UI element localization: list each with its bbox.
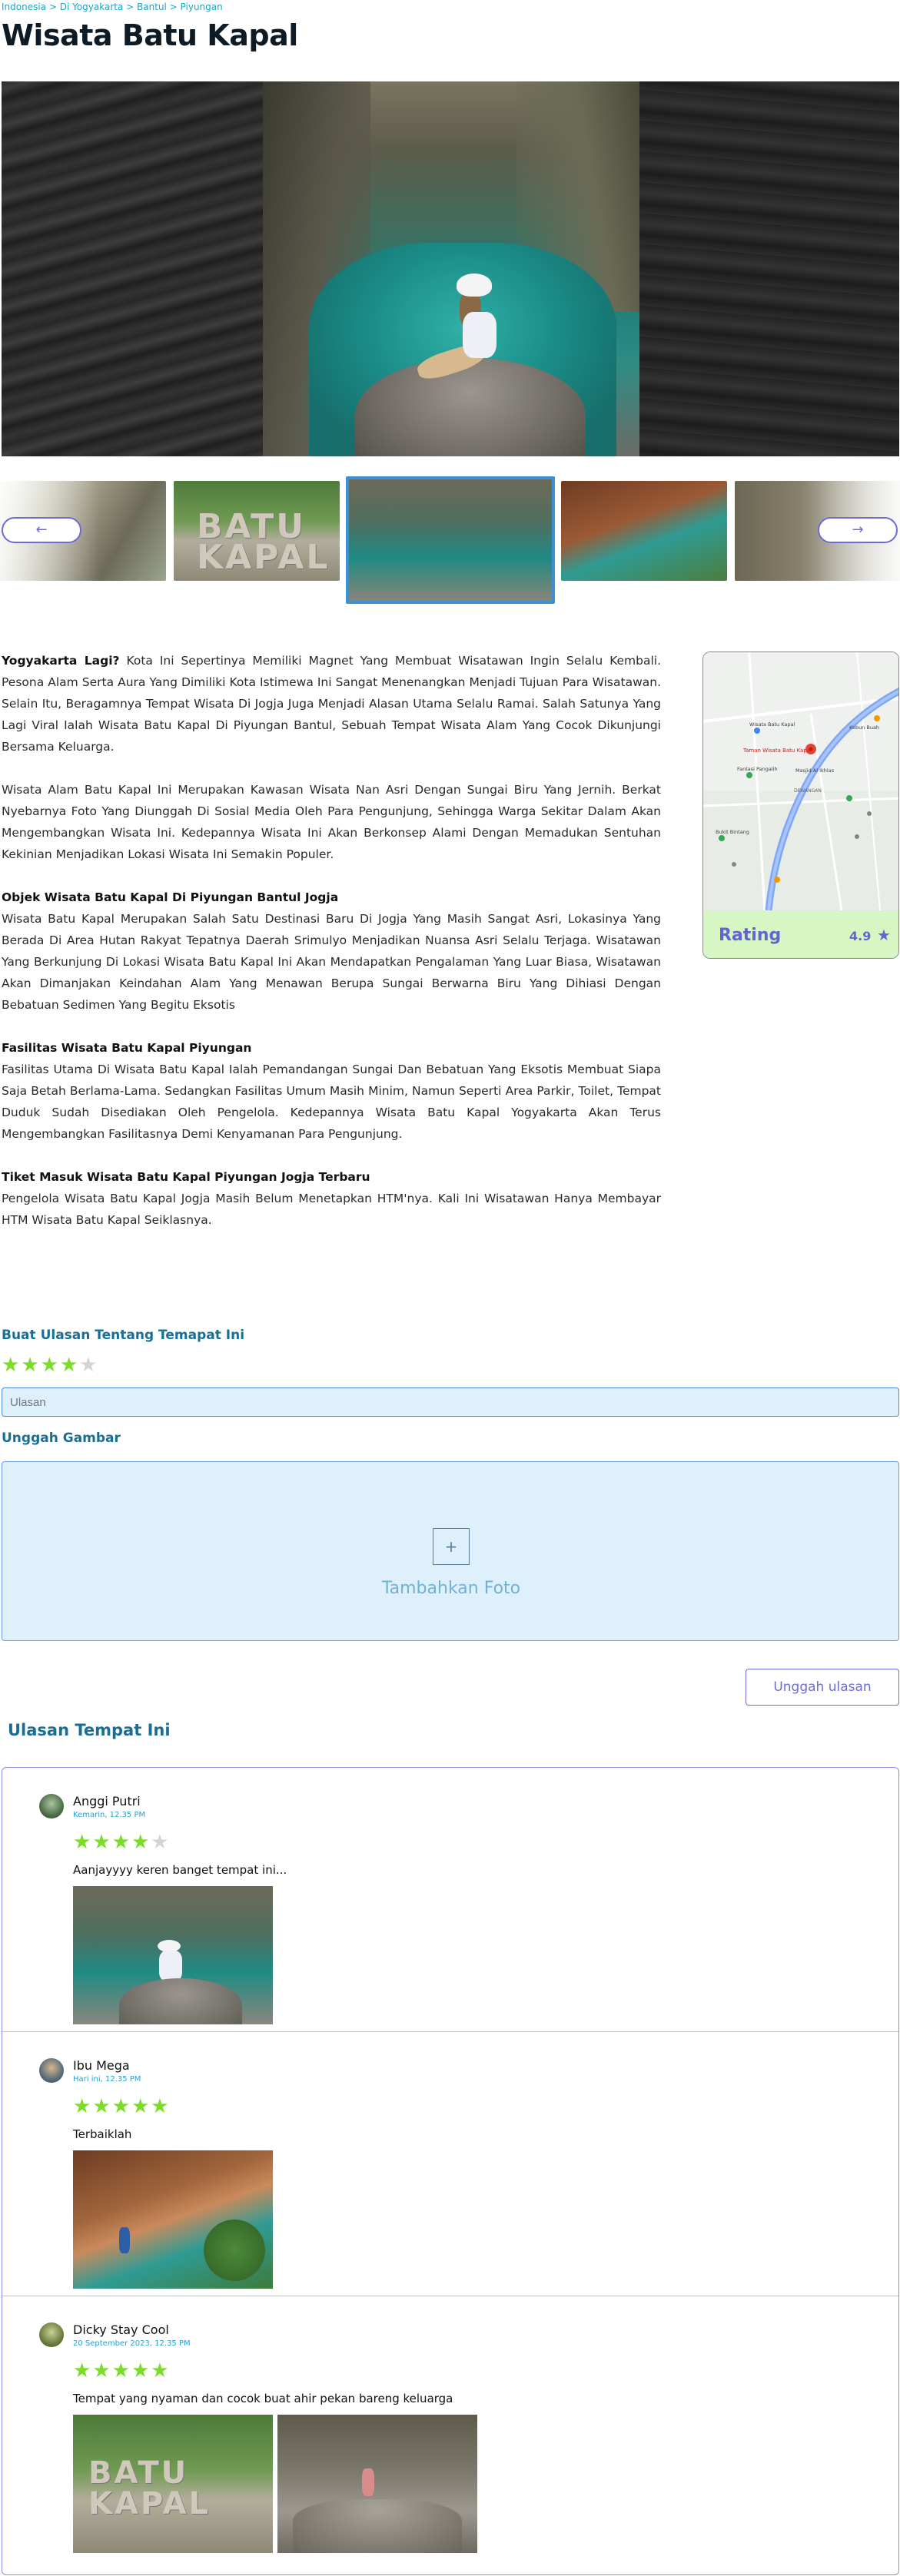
hero-gallery[interactable] [2,81,899,456]
avatar[interactable] [39,1794,64,1818]
svg-text:Kebun Buah: Kebun Buah [849,724,879,731]
arrow-left-icon: ← [35,522,48,538]
review-stars: ★★★★★ [73,2095,171,2118]
review-stars: ★★★★★ [73,1831,171,1854]
article-lead: Yogyakarta Lagi? [2,654,120,668]
gallery-prev-button[interactable]: ← [2,517,81,543]
thumbnail-4[interactable] [561,481,727,581]
article-heading-objek: Objek Wisata Batu Kapal Di Piyungan Bant… [2,890,339,904]
star-icon: ★ [92,2095,112,2118]
star-icon: ★ [151,2359,171,2382]
rating-bar: Rating 4.9 ★ [703,910,898,958]
reviews-list: Anggi Putri Kemarin, 12.35 PM ★★★★★ Aanj… [2,1767,899,2575]
upload-image-title: Unggah Gambar [2,1431,121,1446]
hero-main-image[interactable] [263,81,639,456]
review-text: Terbaiklah [73,2127,132,2141]
upload-image-dropzone[interactable]: + Tambahkan Foto [2,1461,899,1641]
review-star-rating[interactable]: ★★★★★ [2,1354,99,1377]
star-icon: ★ [877,926,891,944]
thumbnail-2[interactable]: BATU KAPAL [174,481,340,581]
review-photo[interactable] [73,2150,273,2289]
arrow-right-icon: → [852,522,864,538]
star-icon: ★ [151,2095,171,2118]
star-icon[interactable]: ★ [60,1354,79,1377]
star-icon[interactable]: ★ [21,1354,40,1377]
review-stars: ★★★★★ [73,2359,171,2382]
svg-text:DEWANGAN: DEWANGAN [794,788,822,794]
thumbnail-3-selected[interactable] [346,476,555,604]
article-body: Yogyakarta Lagi? Kota Ini Sepertinya Mem… [2,650,661,1252]
page-title: Wisata Batu Kapal [2,18,298,52]
article-paragraph-4: Fasilitas Utama Di Wisata Batu Kapal Ial… [2,1063,661,1141]
article-paragraph-3: Wisata Batu Kapal Merupakan Salah Satu D… [2,912,661,1012]
review-date: Hari ini, 12.35 PM [73,2075,141,2084]
svg-text:Bukit Bintang: Bukit Bintang [716,829,749,835]
star-icon[interactable]: ★ [79,1354,98,1377]
review-item: Ibu Mega Hari ini, 12.35 PM ★★★★★ Terbai… [2,2032,898,2296]
article-heading-fasilitas: Fasilitas Wisata Batu Kapal Piyungan [2,1041,252,1055]
star-icon: ★ [92,1831,112,1854]
svg-text:Wisata Batu Kapal: Wisata Batu Kapal [749,721,795,728]
review-photo[interactable] [277,2415,477,2553]
review-photo[interactable]: BATU KAPAL [73,2415,273,2553]
svg-text:Fantasi Pangalih: Fantasi Pangalih [737,766,778,772]
review-date: 20 September 2023, 12.35 PM [73,2339,191,2348]
review-photo[interactable] [73,1886,273,2024]
reviewer-name[interactable]: Anggi Putri [73,1794,141,1809]
article-paragraph-5: Pengelola Wisata Batu Kapal Jogja Masih … [2,1192,661,1227]
reviews-title: Ulasan Tempat Ini [8,1721,171,1739]
review-item: Dicky Stay Cool 20 September 2023, 12.35… [2,2296,898,2561]
hero-next-image[interactable] [639,81,899,456]
article-paragraph-2: Wisata Alam Batu Kapal Ini Merupakan Kaw… [2,783,661,861]
star-icon: ★ [131,2095,151,2118]
article-heading-tiket: Tiket Masuk Wisata Batu Kapal Piyungan J… [2,1170,370,1184]
reviewer-name[interactable]: Ibu Mega [73,2058,130,2073]
map-card[interactable]: Taman Wisata Batu Kapal Wisata Batu Kapa… [702,651,899,959]
review-item: Anggi Putri Kemarin, 12.35 PM ★★★★★ Aanj… [2,1768,898,2032]
thumbnail-strip: BATU KAPAL [0,476,900,607]
location-map[interactable]: Taman Wisata Batu Kapal Wisata Batu Kapa… [703,652,898,910]
gallery-next-button[interactable]: → [818,517,898,543]
add-photo-icon[interactable]: + [433,1528,470,1565]
review-form-title: Buat Ulasan Tentang Temapat Ini [2,1328,245,1343]
review-text: Aanjayyyy keren banget tempat ini... [73,1863,287,1877]
star-icon[interactable]: ★ [41,1354,60,1377]
svg-text:Masjid Al Ikhlas: Masjid Al Ikhlas [795,767,835,774]
thumbnail-sign-text: BATU KAPAL [197,507,330,577]
star-icon: ★ [111,2359,131,2382]
rating-value: 4.9 [849,929,872,943]
hero-prev-image[interactable] [2,81,263,456]
star-icon: ★ [111,1831,131,1854]
avatar[interactable] [39,2322,64,2347]
avatar[interactable] [39,2058,64,2083]
reviewer-name[interactable]: Dicky Stay Cool [73,2322,169,2337]
star-icon[interactable]: ★ [2,1354,21,1377]
star-icon: ★ [73,1831,93,1854]
review-text: Tempat yang nyaman dan cocok buat ahir p… [73,2392,453,2405]
star-icon: ★ [111,2095,131,2118]
star-icon: ★ [73,2095,93,2118]
photo-sign-text: BATU KAPAL [88,2455,211,2521]
article-paragraph-1: Yogyakarta Lagi? Kota Ini Sepertinya Mem… [2,654,661,754]
review-date: Kemarin, 12.35 PM [73,1811,146,1819]
add-photo-label: Tambahkan Foto [381,1579,521,1598]
submit-review-button[interactable]: Unggah ulasan [746,1669,899,1706]
map-pin-label: Taman Wisata Batu Kapal [742,748,812,754]
star-icon: ★ [73,2359,93,2382]
rating-label: Rating [719,926,782,945]
review-input[interactable] [2,1387,899,1417]
star-icon: ★ [92,2359,112,2382]
star-icon: ★ [131,2359,151,2382]
breadcrumb[interactable]: Indonesia > Di Yogyakarta > Bantul > Piy… [2,2,223,12]
star-icon: ★ [151,1831,171,1854]
star-icon: ★ [131,1831,151,1854]
